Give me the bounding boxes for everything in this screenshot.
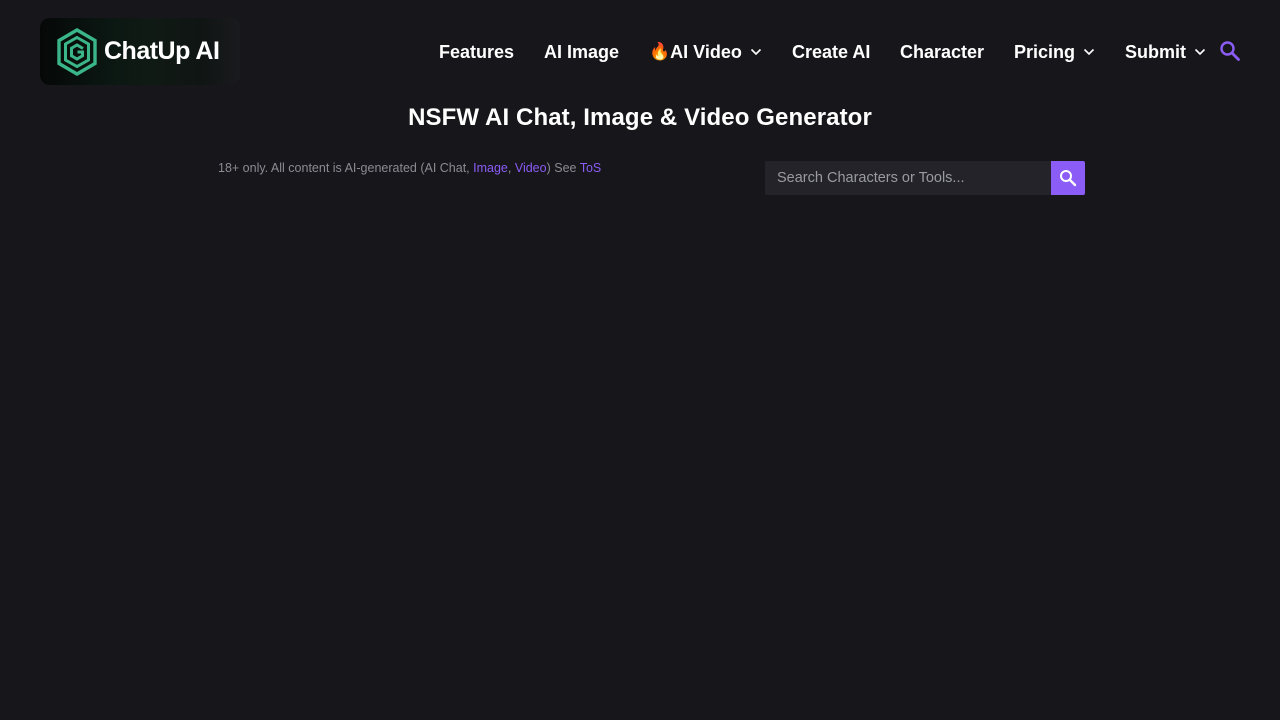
nav-item-ai-image[interactable]: AI Image bbox=[544, 40, 619, 64]
site-header: ChatUp AI Features AI Image 🔥 AI Video C… bbox=[0, 0, 1280, 100]
nav-item-label: Pricing bbox=[1014, 41, 1076, 62]
disclaimer-separator: , bbox=[507, 161, 515, 175]
nav-item-features[interactable]: Features bbox=[439, 40, 514, 64]
chevron-down-icon bbox=[1194, 48, 1206, 56]
nav-item-submit[interactable]: Submit bbox=[1125, 40, 1206, 64]
tos-link[interactable]: ToS bbox=[580, 161, 602, 175]
video-link[interactable]: Video bbox=[515, 161, 547, 175]
nav-item-create-ai[interactable]: Create AI bbox=[792, 40, 870, 64]
disclaimer-text: ) See bbox=[546, 161, 580, 175]
fire-icon: 🔥 bbox=[649, 42, 671, 62]
main-nav: Features AI Image 🔥 AI Video Create AI C… bbox=[0, 40, 1280, 64]
disclaimer-text: 18+ only. All content is AI-generated (A… bbox=[218, 161, 474, 175]
chevron-down-icon bbox=[1083, 48, 1095, 56]
nav-item-label: Submit bbox=[1125, 41, 1186, 62]
nav-item-label: Create AI bbox=[792, 41, 871, 62]
age-disclaimer: 18+ only. All content is AI-generated (A… bbox=[218, 160, 601, 176]
nav-item-label: Character bbox=[900, 41, 985, 62]
nav-item-label: AI Image bbox=[544, 41, 620, 62]
nav-item-character[interactable]: Character bbox=[900, 40, 984, 64]
image-link[interactable]: Image bbox=[473, 161, 508, 175]
search-input[interactable] bbox=[765, 161, 1051, 195]
nav-item-pricing[interactable]: Pricing bbox=[1014, 40, 1095, 64]
search-icon bbox=[1060, 170, 1077, 187]
nav-item-ai-video[interactable]: 🔥 AI Video bbox=[649, 40, 762, 64]
page-title: NSFW AI Chat, Image & Video Generator bbox=[408, 104, 872, 131]
character-search bbox=[765, 161, 1085, 195]
chevron-down-icon bbox=[750, 48, 761, 56]
nav-item-label: Features bbox=[439, 41, 515, 62]
nav-item-label: AI Video bbox=[670, 41, 742, 62]
search-button[interactable] bbox=[1051, 161, 1085, 195]
search-icon[interactable] bbox=[1219, 40, 1241, 62]
